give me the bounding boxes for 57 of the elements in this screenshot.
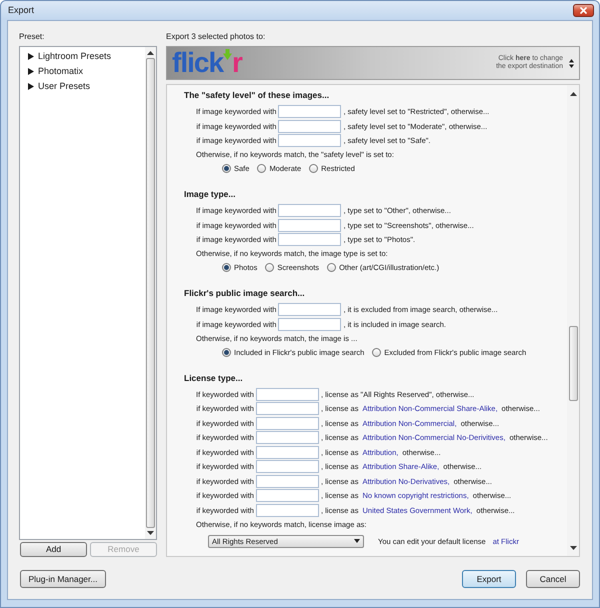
- keyword-field[interactable]: [278, 204, 342, 217]
- radio-button[interactable]: [257, 164, 266, 173]
- add-button[interactable]: Add: [20, 542, 87, 557]
- keyword-field[interactable]: [256, 416, 319, 430]
- keyword-field[interactable]: [278, 105, 342, 118]
- keyword-field[interactable]: [256, 460, 319, 473]
- radio-button[interactable]: [222, 164, 231, 173]
- window-title: Export: [8, 5, 34, 16]
- tree-item[interactable]: Photomatix: [38, 64, 84, 78]
- radio-button[interactable]: [222, 348, 231, 356]
- scrollbar-thumb[interactable]: [146, 58, 155, 528]
- keyword-field[interactable]: [256, 431, 319, 444]
- preset-label: Preset:: [19, 31, 44, 42]
- radio-button[interactable]: [222, 263, 231, 272]
- vertical-scrollbar[interactable]: [145, 47, 156, 539]
- cancel-button[interactable]: Cancel: [526, 570, 580, 588]
- keyword-field[interactable]: [256, 474, 319, 488]
- logo-text: r: [232, 48, 242, 78]
- keyword-field[interactable]: [278, 120, 342, 132]
- keyword-field[interactable]: [278, 218, 342, 232]
- keyword-field[interactable]: [278, 134, 342, 147]
- keyword-field[interactable]: [278, 303, 342, 316]
- radio-button[interactable]: [372, 348, 382, 356]
- caret-right-icon[interactable]: [28, 68, 34, 75]
- tree-item[interactable]: Lightroom Presets: [38, 50, 112, 64]
- radio-button[interactable]: [309, 164, 318, 173]
- keyword-field[interactable]: [256, 446, 319, 458]
- scroll-down-arrow-icon[interactable]: [570, 546, 576, 550]
- caret-right-icon[interactable]: [28, 53, 34, 60]
- scroll-up-arrow-icon[interactable]: [570, 92, 576, 96]
- close-icon: [580, 7, 587, 14]
- radio-button[interactable]: [327, 263, 336, 272]
- keyword-field[interactable]: [256, 388, 319, 400]
- section-heading: The "safety level" of these images...: [184, 90, 330, 101]
- section-heading: License type...: [184, 372, 243, 384]
- scroll-up-arrow-icon[interactable]: [147, 51, 154, 55]
- logo-text: flick: [172, 48, 224, 78]
- keyword-field[interactable]: [256, 402, 319, 415]
- caret-right-icon[interactable]: [28, 83, 34, 90]
- scroll-down-arrow-icon[interactable]: [147, 531, 154, 535]
- destination-label: Export 3 selected photos to:: [166, 31, 266, 42]
- download-arrow-icon: [223, 49, 232, 60]
- export-button[interactable]: Export: [462, 570, 516, 588]
- keyword-field[interactable]: [256, 504, 319, 516]
- radio-button[interactable]: [265, 263, 274, 272]
- vertical-scrollbar[interactable]: [567, 85, 579, 556]
- close-button[interactable]: [573, 4, 594, 17]
- plugin-manager-button[interactable]: Plug-in Manager...: [20, 570, 106, 588]
- keyword-field[interactable]: [256, 489, 319, 502]
- section-heading: Image type...: [184, 189, 236, 200]
- keyword-field[interactable]: [278, 233, 342, 246]
- up-down-arrows-icon[interactable]: [569, 58, 574, 68]
- tree-item[interactable]: User Presets: [38, 80, 90, 94]
- scrollbar-thumb[interactable]: [568, 326, 578, 401]
- keyword-field[interactable]: [278, 318, 342, 330]
- caret-down-icon: [354, 539, 360, 543]
- section-heading: Flickr's public image search...: [184, 288, 305, 299]
